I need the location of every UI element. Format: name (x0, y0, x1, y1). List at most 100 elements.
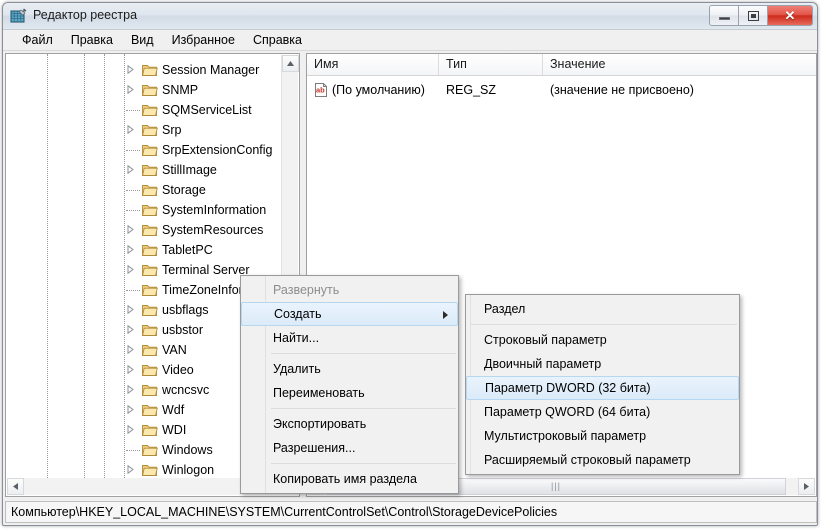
menu-item-создать[interactable]: Создать (241, 302, 458, 326)
tree-item-snmp[interactable]: SNMP (6, 80, 282, 100)
menu-item-развернуть: Развернуть (273, 283, 340, 297)
value-data: (значение не присвоено) (550, 83, 694, 97)
menu-item-переименовать[interactable]: Переименовать (241, 381, 458, 405)
menu-item-параметр-dword-32-бита[interactable]: Параметр DWORD (32 бита) (466, 376, 739, 400)
new-item-submenu[interactable]: Раздел Строковый параметр Двоичный парамет… (465, 294, 740, 475)
minimize-button[interactable] (709, 5, 738, 26)
tree-connector (126, 110, 140, 111)
title-bar: Редактор реестра ✕ (3, 3, 817, 30)
folder-icon (142, 403, 158, 417)
tree-item-session-manager[interactable]: Session Manager (6, 60, 282, 80)
expand-arrow-icon[interactable] (126, 165, 135, 174)
menu-item-раздел[interactable]: Раздел (466, 297, 739, 321)
value-type: REG_SZ (446, 83, 497, 97)
menu-edit[interactable]: Правка (62, 31, 122, 49)
column-header-value[interactable]: Значение (543, 54, 816, 75)
tree-item-systemresources[interactable]: SystemResources (6, 220, 282, 240)
tree-scroll-up-button[interactable] (282, 55, 299, 72)
minimize-icon (718, 17, 730, 20)
values-header: Имя Тип Значение (307, 54, 816, 76)
folder-icon (142, 143, 158, 157)
tree-item-label: SrpExtensionConfig (162, 143, 273, 157)
menu-favorites[interactable]: Избранное (163, 31, 244, 49)
tree-item-label: StillImage (162, 163, 217, 177)
menu-help[interactable]: Справка (244, 31, 311, 49)
expand-arrow-icon[interactable] (126, 385, 135, 394)
tree-connector (126, 190, 140, 191)
expand-arrow-icon[interactable] (126, 125, 135, 134)
tree-item-label: usbstor (162, 323, 203, 337)
tree-item-label: SystemInformation (162, 203, 267, 217)
maximize-button[interactable] (738, 5, 767, 26)
folder-icon (142, 303, 158, 317)
expand-arrow-icon[interactable] (126, 345, 135, 354)
menu-item-расширяемый-строковый-параметр[interactable]: Расширяемый строковый параметр (466, 448, 739, 472)
expand-arrow-icon[interactable] (126, 405, 135, 414)
column-header-type[interactable]: Тип (439, 54, 543, 75)
menu-separator (470, 324, 737, 325)
tree-connector (126, 210, 140, 211)
folder-icon (142, 123, 158, 137)
tree-item-srpextensionconfig[interactable]: SrpExtensionConfig (6, 140, 282, 160)
folder-icon (142, 363, 158, 377)
table-row[interactable]: ab (По умолчанию) REG_SZ (значение не пр… (307, 80, 816, 100)
folder-icon (142, 263, 158, 277)
expand-arrow-icon[interactable] (126, 265, 135, 274)
column-header-name[interactable]: Имя (307, 54, 439, 75)
tree-item-label: Storage (162, 183, 206, 197)
tree-item-systeminformation[interactable]: SystemInformation (6, 200, 282, 220)
folder-icon (142, 163, 158, 177)
folder-icon (142, 83, 158, 97)
folder-icon (142, 243, 158, 257)
folder-icon (142, 383, 158, 397)
menu-item-экспортировать[interactable]: Экспортировать (241, 412, 458, 436)
menu-item-удалить[interactable]: Удалить (241, 357, 458, 381)
tree-scroll-left-button[interactable] (7, 478, 24, 495)
close-button[interactable]: ✕ (767, 5, 813, 26)
tree-item-label: Wdf (162, 403, 185, 417)
tree-item-label: Srp (162, 123, 182, 137)
expand-arrow-icon[interactable] (126, 325, 135, 334)
tree-context-menu[interactable]: Развернуть Создать Найти... Удалить Переимен… (240, 275, 459, 494)
tree-item-label: Winlogon (162, 463, 215, 477)
menu-item-разрешения[interactable]: Разрешения... (241, 436, 458, 460)
tree-item-stillimage[interactable]: StillImage (6, 160, 282, 180)
expand-arrow-icon[interactable] (126, 425, 135, 434)
scroll-grip-icon: ||| (550, 481, 561, 491)
menu-item-найти[interactable]: Найти... (241, 326, 458, 350)
folder-icon (142, 443, 158, 457)
menu-item-двоичный-параметр[interactable]: Двоичный параметр (466, 352, 739, 376)
tree-item-tabletpc[interactable]: TabletPC (6, 240, 282, 260)
tree-item-label: usbflags (162, 303, 209, 317)
expand-arrow-icon[interactable] (126, 245, 135, 254)
expand-arrow-icon[interactable] (126, 225, 135, 234)
tree-item-label: SystemResources (162, 223, 264, 237)
tree-item-label: Terminal Server (162, 263, 250, 277)
tree-item-srp[interactable]: Srp (6, 120, 282, 140)
close-icon: ✕ (784, 8, 796, 23)
folder-icon (142, 183, 158, 197)
menu-file[interactable]: Файл (13, 31, 62, 49)
menu-item-параметр-qword-64-бита[interactable]: Параметр QWORD (64 бита) (466, 400, 739, 424)
expand-arrow-icon[interactable] (126, 465, 135, 474)
value-name: (По умолчанию) (332, 83, 425, 97)
tree-item-storage[interactable]: Storage (6, 180, 282, 200)
status-bar-path: Компьютер\HKEY_LOCAL_MACHINE\SYSTEM\Curr… (5, 501, 817, 523)
menu-item-мультистроковый-параметр[interactable]: Мультистроковый параметр (466, 424, 739, 448)
registry-editor-window: Редактор реестра ✕ Файл Правка Вид Избра… (0, 0, 822, 530)
menu-item-строковый-параметр[interactable]: Строковый параметр (466, 328, 739, 352)
expand-arrow-icon[interactable] (126, 365, 135, 374)
tree-item-label: Video (162, 363, 194, 377)
string-value-icon: ab (314, 83, 328, 97)
tree-item-label: SNMP (162, 83, 199, 97)
menu-view[interactable]: Вид (122, 31, 163, 49)
tree-item-sqmservicelist[interactable]: SQMServiceList (6, 100, 282, 120)
values-scroll-right-button[interactable] (798, 478, 815, 495)
expand-arrow-icon[interactable] (126, 65, 135, 74)
regedit-icon (10, 8, 27, 25)
expand-arrow-icon[interactable] (126, 305, 135, 314)
tree-connector (126, 150, 140, 151)
folder-icon (142, 203, 158, 217)
menu-item-копировать-имя-раздела[interactable]: Копировать имя раздела (241, 467, 458, 491)
expand-arrow-icon[interactable] (126, 85, 135, 94)
